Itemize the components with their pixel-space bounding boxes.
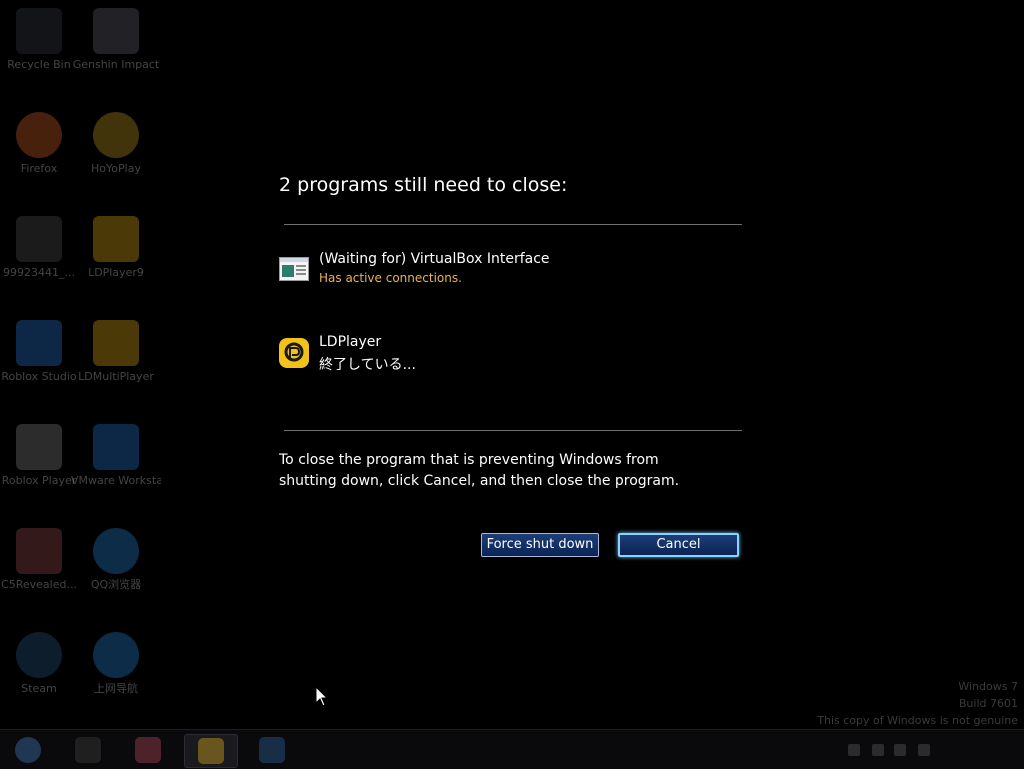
taskbar: [0, 729, 1024, 769]
desktop-icon-label: LDPlayer9: [88, 266, 144, 279]
divider-bottom: [284, 430, 742, 431]
taskbar-item-2[interactable]: [122, 734, 174, 766]
desktop-icon-web-nav[interactable]: 上网导航: [71, 632, 161, 696]
cancel-button[interactable]: Cancel: [618, 533, 739, 557]
ldplayer-icon: [198, 738, 224, 764]
desktop-icon-label: 上网导航: [94, 682, 138, 695]
program-status: Has active connections.: [319, 271, 462, 285]
watermark-build: Build 7601: [958, 697, 1018, 710]
tray-volume-icon[interactable]: [918, 744, 930, 756]
firefox-icon: [16, 112, 62, 158]
divider-top: [284, 224, 742, 225]
mouse-cursor-icon: [315, 685, 329, 712]
desktop-icon-ldplayer9[interactable]: LDPlayer9: [71, 216, 161, 280]
steam-icon: [16, 632, 62, 678]
taskbar-item-ldplayer[interactable]: [184, 734, 238, 768]
watermark-os-name: Windows 7: [958, 680, 1018, 693]
program-status: 終了している...: [319, 357, 416, 373]
web-navigation-icon: [93, 632, 139, 678]
c5revealed-icon: [16, 528, 62, 574]
taskbar-item-explorer[interactable]: [246, 734, 298, 766]
desktop-icon-label: Genshin Impact: [72, 58, 160, 71]
desktop-icon-vmware[interactable]: VMware Workstati...: [71, 424, 161, 488]
roblox-studio-icon: [16, 320, 62, 366]
instruction-text: To close the program that is preventing …: [279, 452, 680, 489]
recycle-bin-icon: [16, 8, 62, 54]
desktop-icon-label: HoYoPlay: [91, 162, 141, 175]
genshin-icon: [93, 8, 139, 54]
vmware-icon: [93, 424, 139, 470]
desktop-icon-genshin[interactable]: Genshin Impact: [71, 8, 161, 72]
app-icon: [135, 737, 161, 763]
start-button[interactable]: [2, 734, 54, 766]
windows-start-icon: [15, 737, 41, 763]
ldplayer-icon: [279, 338, 309, 372]
force-shut-down-button[interactable]: Force shut down: [481, 533, 599, 557]
desktop-icon-hoyoplay[interactable]: HoYoPlay: [71, 112, 161, 176]
tray-network-icon[interactable]: [872, 744, 884, 756]
program-name: (Waiting for) VirtualBox Interface: [319, 251, 550, 267]
image-file-icon: [16, 216, 62, 262]
ldplayer-icon: [93, 216, 139, 262]
explorer-icon: [259, 737, 285, 763]
tray-display-icon[interactable]: [894, 744, 906, 756]
virtualbox-window-icon: [279, 257, 309, 285]
desktop-icon-label: LDMultiPlayer: [78, 370, 154, 383]
tray-arrow-icon[interactable]: [848, 744, 860, 756]
desktop-icon-label: VMware Workstati...: [71, 474, 161, 487]
ldmultiplayer-icon: [93, 320, 139, 366]
qq-browser-icon: [93, 528, 139, 574]
desktop-icon-label: QQ浏览器: [90, 578, 142, 591]
app-icon: [75, 737, 101, 763]
taskbar-item-1[interactable]: [62, 734, 114, 766]
hoyoplay-icon: [93, 112, 139, 158]
roblox-player-icon: [16, 424, 62, 470]
desktop-icon-qq-browser[interactable]: QQ浏览器: [71, 528, 161, 592]
watermark-genuine-notice: This copy of Windows is not genuine: [817, 714, 1018, 727]
desktop-icon-ldmultiplayer[interactable]: LDMultiPlayer: [71, 320, 161, 384]
program-name: LDPlayer: [319, 334, 382, 350]
dialog-title: 2 programs still need to close:: [279, 174, 568, 196]
